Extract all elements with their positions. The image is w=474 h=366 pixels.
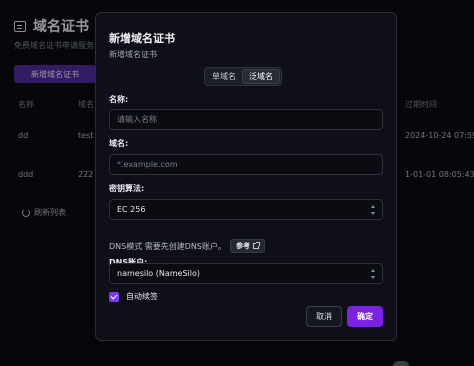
auto-renew-checkbox[interactable] [109, 291, 119, 302]
scroll-handle[interactable] [393, 361, 409, 366]
tab-single-domain[interactable]: 单域名 [206, 69, 242, 84]
key-algorithm-value: EC 256 [117, 205, 146, 214]
add-certificate-dialog: 新增域名证书 新增域名证书 单域名 泛域名 名称: 请输入名称 域名: *.ex… [95, 12, 397, 341]
dialog-title: 新增域名证书 [109, 32, 175, 45]
dns-note-text: DNS模式 需要先创建DNS账户。 [109, 241, 226, 251]
key-algorithm-label: 密钥算法: [109, 184, 145, 193]
tab-wildcard-domain[interactable]: 泛域名 [242, 69, 280, 84]
domain-label: 域名: [109, 139, 129, 148]
cancel-button[interactable]: 取消 [306, 306, 342, 327]
confirm-button[interactable]: 确定 [347, 306, 383, 327]
domain-type-switch: 单域名 泛域名 [204, 67, 282, 86]
auto-renew-label: 自动续签 [126, 292, 158, 301]
domain-input[interactable]: *.example.com [109, 154, 383, 175]
key-algorithm-select[interactable]: EC 256 [109, 199, 383, 220]
dns-account-select[interactable]: namesilo (NameSilo) [109, 263, 383, 284]
chevron-updown-icon [371, 269, 376, 279]
name-input[interactable]: 请输入名称 [109, 109, 383, 130]
reference-button[interactable]: 参考 [230, 239, 265, 253]
auto-renew-row: 自动续签 [109, 291, 158, 302]
dns-account-value: namesilo (NameSilo) [117, 269, 200, 278]
name-label: 名称: [109, 95, 129, 104]
reference-label: 参考 [236, 242, 250, 250]
chevron-updown-icon [371, 205, 376, 215]
dialog-description: 新增域名证书 [109, 50, 157, 59]
external-link-icon [253, 242, 260, 249]
dns-note: DNS模式 需要先创建DNS账户。 参考 [109, 239, 265, 253]
